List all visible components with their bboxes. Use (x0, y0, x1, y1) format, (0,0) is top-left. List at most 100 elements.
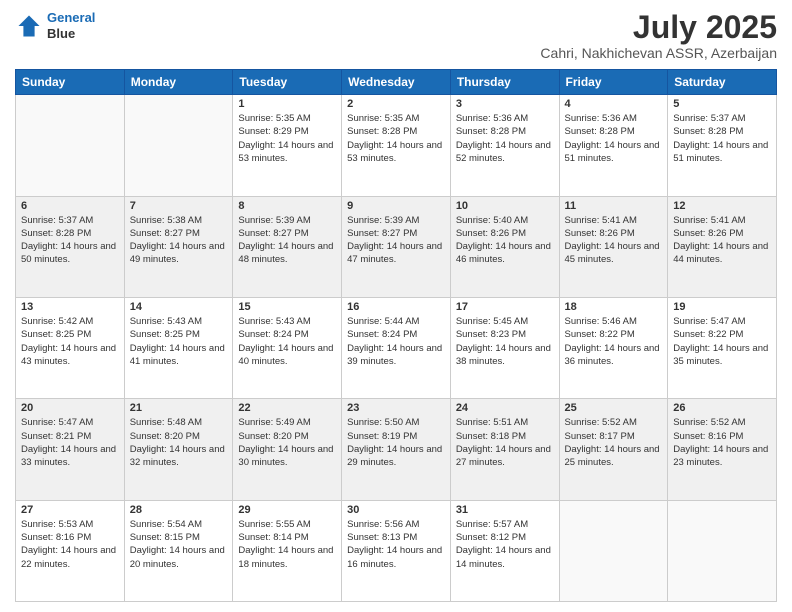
calendar-day-cell: 24Sunrise: 5:51 AM Sunset: 8:18 PM Dayli… (450, 399, 559, 500)
calendar-table: SundayMondayTuesdayWednesdayThursdayFrid… (15, 69, 777, 602)
calendar-day-cell: 17 Sunrise: 5:45 AM Sunset: 8:23 PM Dayli… (450, 297, 559, 398)
day-number: 10 (456, 200, 554, 212)
day-info: Sunrise: 5:43 AM Sunset: 8:25 PM Dayligh… (130, 315, 228, 368)
calendar-week-row: 27Sunrise: 5:53 AM Sunset: 8:16 PM Dayli… (16, 500, 777, 601)
day-info: Sunrise: 5:50 AM Sunset: 8:19 PM Dayligh… (347, 416, 445, 469)
day-info: Sunrise: 5:56 AM Sunset: 8:13 PM Dayligh… (347, 518, 445, 571)
day-number: 7 (130, 200, 228, 212)
day-number: 4 (565, 98, 663, 110)
day-number: 29 (238, 504, 336, 516)
calendar-week-row: 6 Sunrise: 5:37 AM Sunset: 8:28 PM Daylig… (16, 196, 777, 297)
day-info: Sunrise: 5:55 AM Sunset: 8:14 PM Dayligh… (238, 518, 336, 571)
calendar-day-header: Monday (124, 70, 233, 95)
day-number: 19 (673, 301, 771, 313)
day-info: Sunrise: 5:46 AM Sunset: 8:22 PM Dayligh… (565, 315, 663, 368)
calendar-day-cell: 3Sunrise: 5:36 AM Sunset: 8:28 PM Daylig… (450, 95, 559, 196)
day-info: Sunrise: 5:38 AM Sunset: 8:27 PM Dayligh… (130, 214, 228, 267)
calendar-day-cell: 12Sunrise: 5:41 AM Sunset: 8:26 PM Dayli… (668, 196, 777, 297)
calendar-day-cell (668, 500, 777, 601)
day-number: 17 (456, 301, 554, 313)
day-number: 28 (130, 504, 228, 516)
calendar-day-header: Wednesday (342, 70, 451, 95)
day-info: Sunrise: 5:35 AM Sunset: 8:28 PM Dayligh… (347, 112, 445, 165)
calendar-day-cell: 21 Sunrise: 5:48 AM Sunset: 8:20 PM Dayli… (124, 399, 233, 500)
day-info: Sunrise: 5:35 AM Sunset: 8:29 PM Dayligh… (238, 112, 336, 165)
location: Cahri, Nakhichevan ASSR, Azerbaijan (540, 45, 777, 61)
day-number: 1 (238, 98, 336, 110)
day-number: 16 (347, 301, 445, 313)
day-info: Sunrise: 5:39 AM Sunset: 8:27 PM Dayligh… (347, 214, 445, 267)
day-number: 26 (673, 402, 771, 414)
calendar-day-header: Saturday (668, 70, 777, 95)
calendar-day-cell: 7 Sunrise: 5:38 AM Sunset: 8:27 PM Daylig… (124, 196, 233, 297)
day-number: 6 (21, 200, 119, 212)
day-number: 24 (456, 402, 554, 414)
calendar-day-cell: 23 Sunrise: 5:50 AM Sunset: 8:19 PM Dayli… (342, 399, 451, 500)
header: General Blue July 2025 Cahri, Nakhicheva… (15, 10, 777, 61)
day-info: Sunrise: 5:54 AM Sunset: 8:15 PM Dayligh… (130, 518, 228, 571)
day-info: Sunrise: 5:42 AM Sunset: 8:25 PM Dayligh… (21, 315, 119, 368)
calendar-day-cell: 4 Sunrise: 5:36 AM Sunset: 8:28 PM Daylig… (559, 95, 668, 196)
day-number: 11 (565, 200, 663, 212)
day-number: 23 (347, 402, 445, 414)
day-number: 21 (130, 402, 228, 414)
calendar-day-cell: 11 Sunrise: 5:41 AM Sunset: 8:26 PM Dayli… (559, 196, 668, 297)
day-number: 25 (565, 402, 663, 414)
calendar-week-row: 13 Sunrise: 5:42 AM Sunset: 8:25 PM Dayli… (16, 297, 777, 398)
day-info: Sunrise: 5:37 AM Sunset: 8:28 PM Dayligh… (21, 214, 119, 267)
day-number: 14 (130, 301, 228, 313)
day-info: Sunrise: 5:36 AM Sunset: 8:28 PM Dayligh… (456, 112, 554, 165)
logo-icon (15, 12, 43, 40)
calendar-day-cell: 22 Sunrise: 5:49 AM Sunset: 8:20 PM Dayli… (233, 399, 342, 500)
calendar-day-cell: 28 Sunrise: 5:54 AM Sunset: 8:15 PM Dayli… (124, 500, 233, 601)
calendar-day-cell: 2 Sunrise: 5:35 AM Sunset: 8:28 PM Daylig… (342, 95, 451, 196)
day-number: 30 (347, 504, 445, 516)
calendar-day-cell: 26 Sunrise: 5:52 AM Sunset: 8:16 PM Dayli… (668, 399, 777, 500)
day-number: 8 (238, 200, 336, 212)
calendar-day-cell: 15 Sunrise: 5:43 AM Sunset: 8:24 PM Dayli… (233, 297, 342, 398)
day-number: 27 (21, 504, 119, 516)
calendar-day-cell (559, 500, 668, 601)
calendar-day-header: Tuesday (233, 70, 342, 95)
day-number: 13 (21, 301, 119, 313)
calendar-day-cell: 29 Sunrise: 5:55 AM Sunset: 8:14 PM Dayli… (233, 500, 342, 601)
day-number: 18 (565, 301, 663, 313)
day-info: Sunrise: 5:47 AM Sunset: 8:22 PM Dayligh… (673, 315, 771, 368)
day-info: Sunrise: 5:43 AM Sunset: 8:24 PM Dayligh… (238, 315, 336, 368)
calendar-day-cell: 14 Sunrise: 5:43 AM Sunset: 8:25 PM Dayli… (124, 297, 233, 398)
calendar-week-row: 1 Sunrise: 5:35 AM Sunset: 8:29 PM Daylig… (16, 95, 777, 196)
day-info: Sunrise: 5:36 AM Sunset: 8:28 PM Dayligh… (565, 112, 663, 165)
day-info: Sunrise: 5:44 AM Sunset: 8:24 PM Dayligh… (347, 315, 445, 368)
calendar-day-cell: 27Sunrise: 5:53 AM Sunset: 8:16 PM Dayli… (16, 500, 125, 601)
day-info: Sunrise: 5:40 AM Sunset: 8:26 PM Dayligh… (456, 214, 554, 267)
day-info: Sunrise: 5:49 AM Sunset: 8:20 PM Dayligh… (238, 416, 336, 469)
calendar-day-cell: 16 Sunrise: 5:44 AM Sunset: 8:24 PM Dayli… (342, 297, 451, 398)
logo-text: General Blue (47, 10, 95, 41)
calendar-day-cell: 25 Sunrise: 5:52 AM Sunset: 8:17 PM Dayli… (559, 399, 668, 500)
day-info: Sunrise: 5:39 AM Sunset: 8:27 PM Dayligh… (238, 214, 336, 267)
day-info: Sunrise: 5:48 AM Sunset: 8:20 PM Dayligh… (130, 416, 228, 469)
day-info: Sunrise: 5:45 AM Sunset: 8:23 PM Dayligh… (456, 315, 554, 368)
day-number: 9 (347, 200, 445, 212)
day-number: 15 (238, 301, 336, 313)
calendar-day-cell: 31Sunrise: 5:57 AM Sunset: 8:12 PM Dayli… (450, 500, 559, 601)
day-info: Sunrise: 5:52 AM Sunset: 8:17 PM Dayligh… (565, 416, 663, 469)
calendar-day-cell: 18 Sunrise: 5:46 AM Sunset: 8:22 PM Dayli… (559, 297, 668, 398)
calendar-day-cell: 5Sunrise: 5:37 AM Sunset: 8:28 PM Daylig… (668, 95, 777, 196)
month-title: July 2025 (540, 10, 777, 45)
day-info: Sunrise: 5:41 AM Sunset: 8:26 PM Dayligh… (565, 214, 663, 267)
day-number: 20 (21, 402, 119, 414)
calendar-day-cell: 13 Sunrise: 5:42 AM Sunset: 8:25 PM Dayli… (16, 297, 125, 398)
calendar-day-cell: 6 Sunrise: 5:37 AM Sunset: 8:28 PM Daylig… (16, 196, 125, 297)
logo: General Blue (15, 10, 95, 41)
calendar-day-header: Thursday (450, 70, 559, 95)
day-info: Sunrise: 5:52 AM Sunset: 8:16 PM Dayligh… (673, 416, 771, 469)
calendar-day-cell: 8 Sunrise: 5:39 AM Sunset: 8:27 PM Daylig… (233, 196, 342, 297)
day-number: 31 (456, 504, 554, 516)
calendar-day-cell: 19 Sunrise: 5:47 AM Sunset: 8:22 PM Dayli… (668, 297, 777, 398)
day-number: 2 (347, 98, 445, 110)
day-number: 22 (238, 402, 336, 414)
calendar-day-cell: 20Sunrise: 5:47 AM Sunset: 8:21 PM Dayli… (16, 399, 125, 500)
calendar-day-cell (124, 95, 233, 196)
calendar-week-row: 20Sunrise: 5:47 AM Sunset: 8:21 PM Dayli… (16, 399, 777, 500)
